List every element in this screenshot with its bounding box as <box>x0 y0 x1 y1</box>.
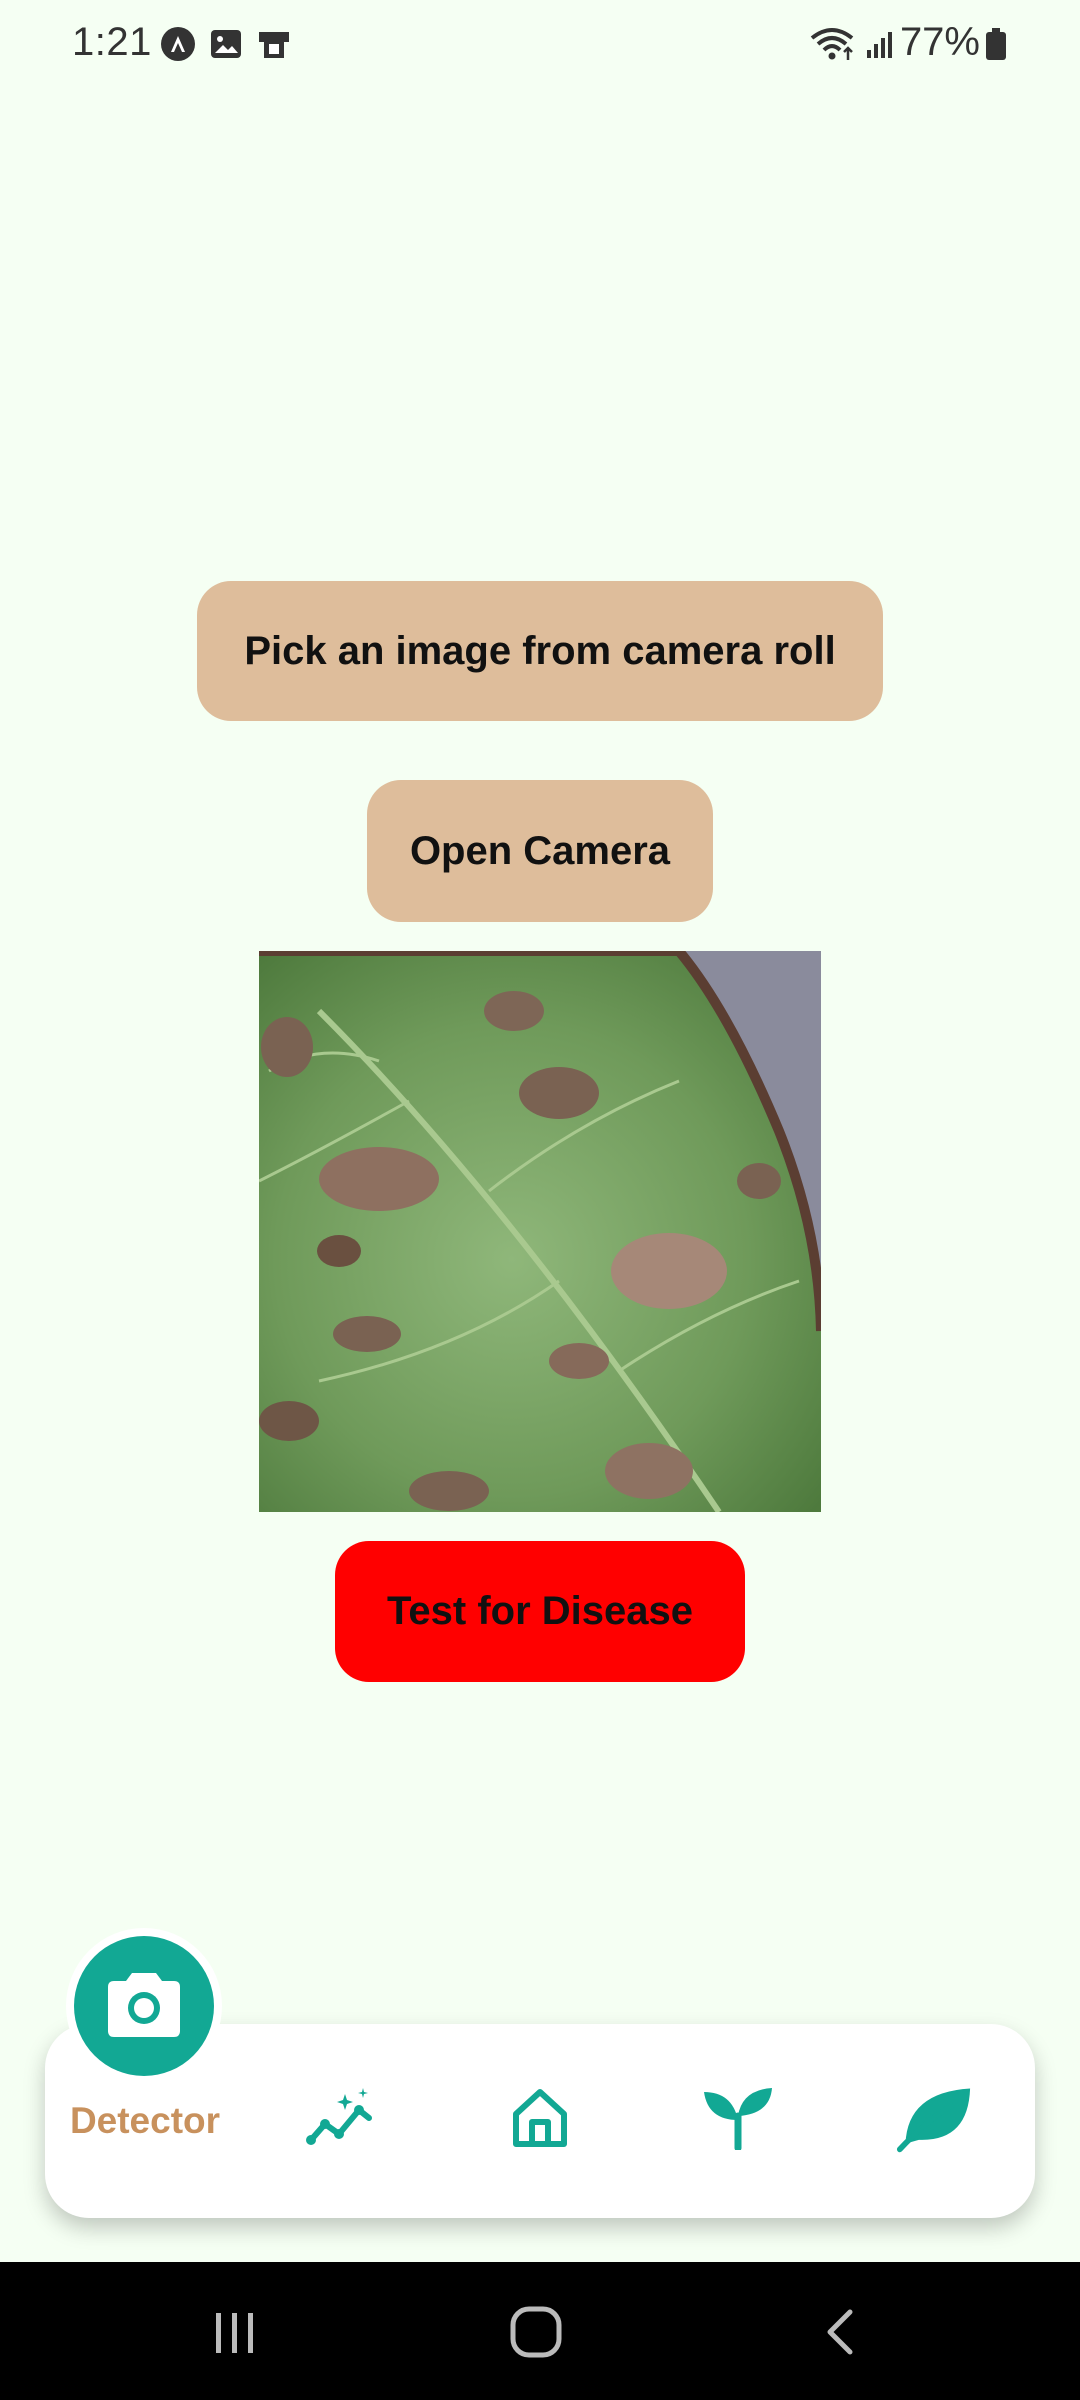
selected-leaf-image <box>259 951 821 1512</box>
open-camera-button[interactable]: Open Camera <box>367 780 713 922</box>
wifi-icon <box>808 26 856 62</box>
analytics-icon[interactable] <box>302 2080 378 2156</box>
status-bar: 1:21 77% <box>0 0 1080 92</box>
battery-percentage: 77% <box>899 20 980 64</box>
system-nav-bar <box>0 2262 1080 2400</box>
home-button-icon[interactable] <box>496 2292 576 2372</box>
battery-icon <box>984 26 1008 62</box>
recent-apps-icon[interactable] <box>195 2292 275 2372</box>
signal-icon <box>864 26 900 62</box>
pick-image-button[interactable]: Pick an image from camera roll <box>197 581 883 721</box>
detector-tab[interactable] <box>66 1928 222 2084</box>
detector-tab-label: Detector <box>69 2100 221 2141</box>
test-for-disease-button[interactable]: Test for Disease <box>335 1541 745 1682</box>
home-icon[interactable] <box>502 2080 578 2156</box>
android-auto-icon <box>160 26 196 62</box>
detector-tab-circle <box>74 1936 214 2076</box>
leaf-icon[interactable] <box>896 2080 972 2156</box>
back-icon[interactable] <box>800 2292 880 2372</box>
desk-icon <box>256 26 292 62</box>
image-icon <box>208 26 244 62</box>
sprout-icon[interactable] <box>700 2080 776 2156</box>
status-time: 1:21 <box>72 20 152 64</box>
camera-icon <box>102 1969 186 2044</box>
